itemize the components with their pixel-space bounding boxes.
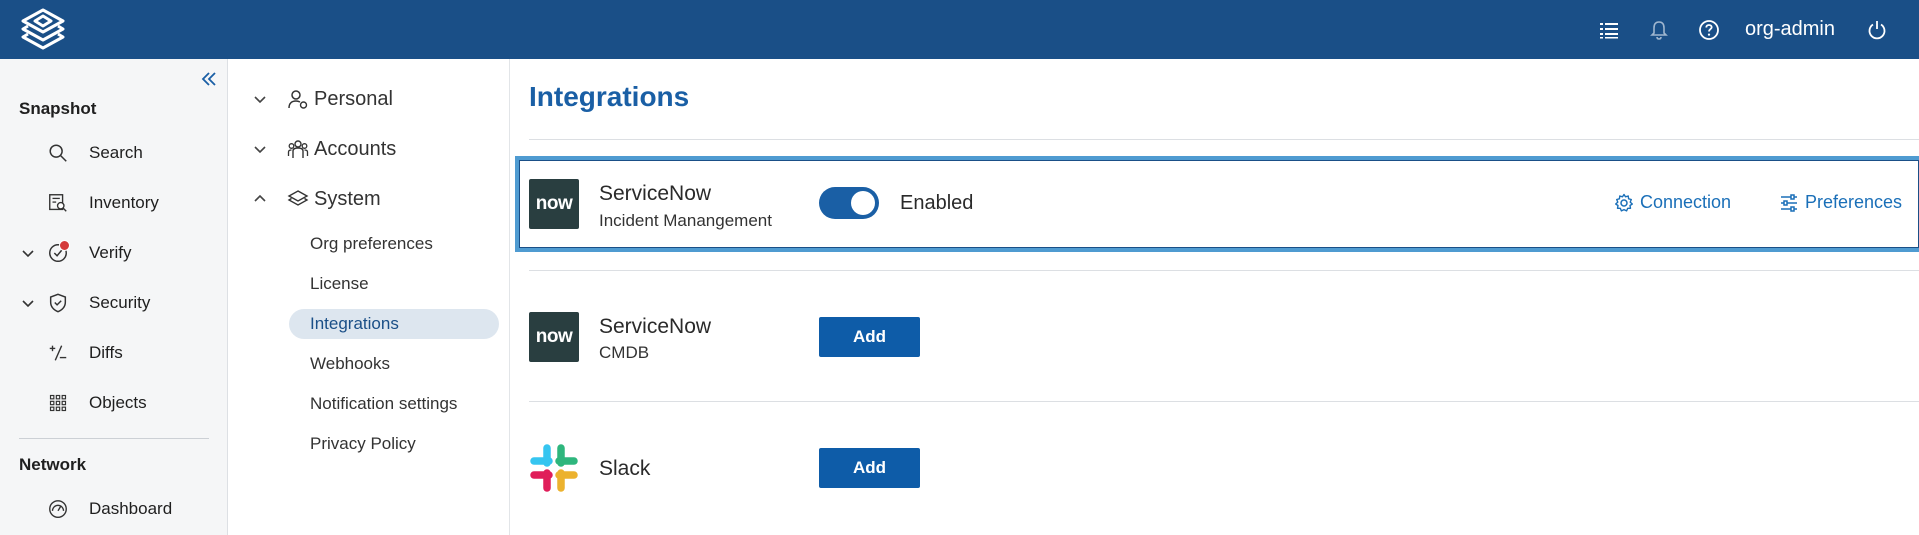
person-settings-icon — [287, 88, 309, 110]
dashboard-icon — [46, 497, 70, 521]
chevron-down-icon[interactable] — [252, 141, 268, 157]
sidebar-item-dashboard[interactable]: Dashboard — [0, 491, 228, 527]
settings-item-org-preferences[interactable]: Org preferences — [289, 229, 499, 259]
add-button[interactable]: Add — [819, 448, 920, 488]
page-title: Integrations — [529, 81, 690, 112]
integration-name: ServiceNow — [599, 315, 712, 338]
inventory-icon — [46, 191, 70, 215]
top-bar: org-admin — [0, 0, 1919, 59]
collapse-sidebar-icon[interactable] — [199, 69, 219, 89]
settings-group-label: Accounts — [314, 137, 397, 160]
divider — [529, 401, 1919, 402]
sidebar-item-inventory[interactable]: Inventory — [0, 185, 228, 221]
chevron-down-icon[interactable] — [20, 295, 36, 311]
settings-item-notification-settings[interactable]: Notification settings — [289, 389, 499, 419]
integration-subtitle: Incident Manangement — [599, 211, 772, 230]
integration-card-servicenow-cmdb: now ServiceNow CMDB Add — [529, 295, 1919, 367]
sidebar-item-label: Search — [89, 143, 143, 162]
settings-nav: Personal Accounts System Org preferences… — [229, 59, 510, 535]
app-logo-icon[interactable] — [16, 7, 70, 51]
settings-group-accounts[interactable]: Accounts — [229, 129, 510, 169]
slack-logo-icon — [529, 443, 579, 493]
settings-item-license[interactable]: License — [289, 269, 499, 299]
user-menu[interactable]: org-admin — [1745, 18, 1835, 41]
enabled-toggle[interactable] — [819, 187, 879, 219]
integration-name: Slack — [599, 457, 651, 480]
divider — [529, 139, 1919, 140]
sidebar-item-label: Objects — [89, 393, 147, 412]
search-icon — [46, 141, 70, 165]
power-icon[interactable] — [1865, 18, 1889, 42]
gear-icon — [1615, 193, 1633, 212]
integration-card-servicenow-incident: now ServiceNow Incident Manangement Enab… — [515, 156, 1919, 252]
sidebar-item-search[interactable]: Search — [0, 135, 228, 171]
layers-icon — [287, 188, 309, 210]
preferences-link[interactable]: Preferences — [1779, 192, 1902, 213]
connection-label: Connection — [1640, 192, 1732, 212]
settings-group-label: Personal — [314, 87, 393, 110]
list-icon[interactable] — [1597, 18, 1621, 42]
sidebar-item-label: Security — [89, 293, 151, 312]
settings-group-personal[interactable]: Personal — [229, 79, 510, 119]
diffs-icon — [46, 341, 70, 365]
integration-card-slack: Slack Add — [529, 427, 1919, 499]
settings-group-system[interactable]: System — [229, 179, 510, 219]
sidebar-item-verify[interactable]: Verify — [0, 235, 228, 271]
sliders-icon — [1781, 193, 1797, 212]
settings-item-privacy-policy[interactable]: Privacy Policy — [289, 429, 499, 459]
chevron-up-icon[interactable] — [252, 191, 268, 207]
sidebar-item-label: Inventory — [89, 193, 159, 212]
sidebar-divider — [19, 438, 209, 439]
sidebar-item-label: Verify — [89, 243, 132, 262]
sidebar-item-diffs[interactable]: Diffs — [0, 335, 228, 371]
toggle-label: Enabled — [900, 192, 974, 214]
toggle-knob — [851, 191, 875, 215]
chevron-down-icon[interactable] — [20, 245, 36, 261]
grid-icon — [46, 391, 70, 415]
chevron-down-icon[interactable] — [252, 91, 268, 107]
preferences-label: Preferences — [1805, 192, 1903, 212]
sidebar-item-objects[interactable]: Objects — [0, 385, 228, 421]
sidebar-item-label: Diffs — [89, 343, 123, 362]
sidebar-item-security[interactable]: Security — [0, 285, 228, 321]
integration-name: ServiceNow — [599, 182, 712, 205]
servicenow-logo: now — [529, 179, 579, 229]
sidebar-section-snapshot: Snapshot — [19, 99, 97, 118]
settings-item-integrations[interactable]: Integrations — [289, 309, 499, 339]
shield-icon — [46, 291, 70, 315]
sidebar-section-network: Network — [19, 455, 87, 474]
sidebar-item-label: Dashboard — [89, 499, 173, 518]
settings-item-webhooks[interactable]: Webhooks — [289, 349, 499, 379]
connection-link[interactable]: Connection — [1614, 192, 1731, 213]
divider — [529, 270, 1919, 271]
accounts-icon — [287, 138, 309, 160]
notification-badge — [59, 240, 70, 251]
main-content: Integrations now ServiceNow Incident Man… — [511, 59, 1919, 535]
sidebar: Snapshot Search Inventory Verify Securit… — [0, 59, 228, 535]
servicenow-logo: now — [529, 312, 579, 362]
bell-icon[interactable] — [1647, 18, 1671, 42]
help-icon[interactable] — [1697, 18, 1721, 42]
add-button[interactable]: Add — [819, 317, 920, 357]
settings-group-label: System — [314, 187, 381, 210]
integration-subtitle: CMDB — [599, 343, 650, 362]
